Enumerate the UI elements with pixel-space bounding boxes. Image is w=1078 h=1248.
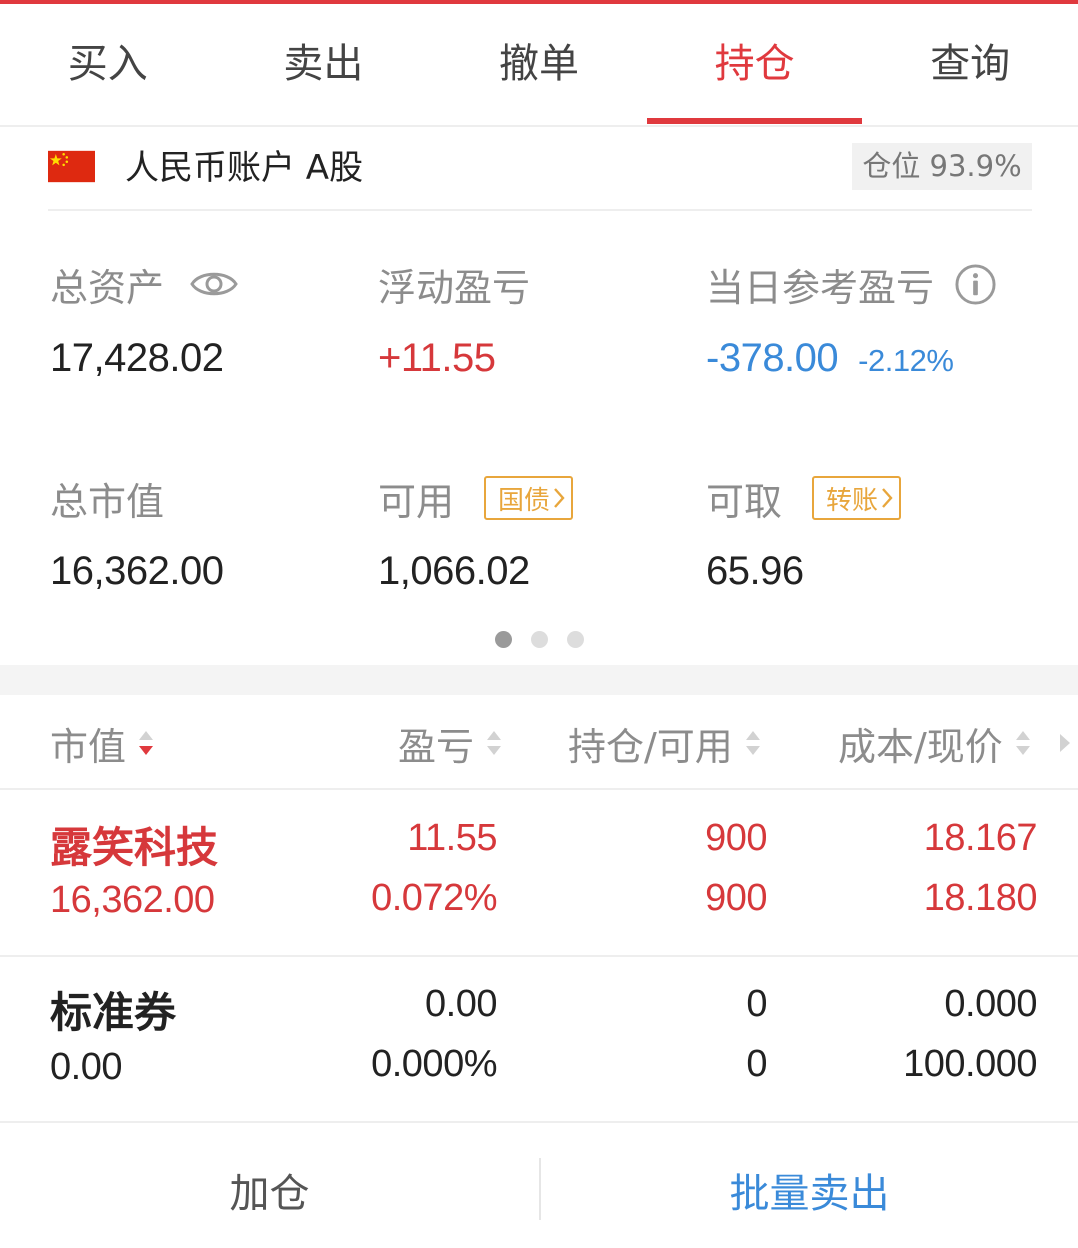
pager-dot — [566, 631, 584, 648]
withdrawable-label-group: 可取 转账 — [706, 476, 902, 524]
row-position: 0 — [746, 983, 767, 1025]
treasury-bond-button[interactable]: 国债 — [484, 476, 574, 520]
account-divider — [48, 209, 1032, 211]
row-cost: 18.167 — [923, 817, 1038, 859]
eye-icon[interactable] — [190, 266, 238, 302]
daily-pnl-label: 当日参考盈亏 — [706, 265, 935, 310]
available-label-group: 可用 国债 — [378, 476, 574, 524]
total-assets-value: 17,428.02 — [50, 336, 224, 380]
row-price: 18.180 — [923, 877, 1038, 919]
stock-name: 标准券 — [50, 988, 177, 1037]
floating-pnl-value: +11.55 — [378, 336, 496, 380]
section-separator — [0, 665, 1078, 695]
summary-pager — [0, 631, 1078, 649]
daily-pnl-label-group: 当日参考盈亏 — [706, 262, 997, 310]
chevron-right-icon — [553, 487, 565, 509]
chevron-right-icon — [881, 487, 893, 509]
account-name: 人民币账户 A股 — [125, 148, 364, 188]
row-pnl-percent: 0.000% — [371, 1043, 497, 1085]
info-icon[interactable] — [954, 263, 997, 306]
sort-icon — [744, 729, 762, 757]
row-pnl: 0.00 — [425, 983, 497, 1025]
header-pnl[interactable]: 盈亏 — [398, 721, 503, 769]
header-cost-price-label: 成本/现价 — [838, 724, 1003, 769]
total-assets-label: 总资产 — [50, 265, 165, 310]
withdrawable-label: 可取 — [706, 479, 783, 524]
row-cost: 0.000 — [944, 983, 1037, 1025]
sort-icon — [1014, 729, 1032, 757]
row-market-value: 0.00 — [50, 1046, 122, 1088]
header-cost-price[interactable]: 成本/现价 — [838, 721, 1032, 769]
position-ratio-badge: 仓位 93.9% — [852, 143, 1032, 190]
transfer-label: 转账 — [826, 485, 879, 516]
available-label: 可用 — [378, 479, 455, 524]
market-value-label-text: 总市值 — [50, 479, 165, 524]
market-value-label: 总市值 — [50, 476, 164, 524]
batch-sell-button[interactable]: 批量卖出 — [541, 1123, 1078, 1248]
floating-pnl-label: 浮动盈亏 — [378, 262, 530, 310]
row-available: 900 — [705, 877, 767, 919]
header-market-value-label: 市值 — [50, 724, 127, 769]
row-available: 0 — [746, 1043, 767, 1085]
daily-pnl-value: -378.00 — [706, 336, 839, 380]
withdrawable-value: 65.96 — [706, 549, 804, 593]
row-price: 100.000 — [903, 1043, 1037, 1085]
tab-query[interactable]: 查询 — [862, 4, 1078, 125]
header-position-available-label: 持仓/可用 — [568, 724, 733, 769]
row-market-value: 16,362.00 — [50, 879, 215, 921]
sort-icon — [485, 729, 503, 757]
header-market-value[interactable]: 市值 — [50, 721, 155, 769]
market-value-value: 16,362.00 — [50, 549, 224, 593]
daily-pnl-value-group: -378.00 -2.12% — [706, 334, 954, 382]
tabs-divider — [0, 125, 1078, 127]
treasury-bond-label: 国债 — [498, 485, 551, 516]
row-pnl-percent: 0.072% — [371, 877, 497, 919]
tab-sell[interactable]: 卖出 — [216, 4, 432, 125]
header-pnl-label: 盈亏 — [398, 724, 475, 769]
floating-pnl-label-text: 浮动盈亏 — [378, 265, 531, 310]
daily-pnl-percent: -2.12% — [858, 343, 954, 378]
table-row[interactable]: 标准券 0.00 0.00 0.000% 0 0 0.000 100.000 — [0, 957, 1078, 1121]
china-flag-icon — [48, 150, 95, 183]
add-position-button[interactable]: 加仓 — [0, 1123, 539, 1248]
stock-name: 露笑科技 — [50, 823, 219, 872]
available-value: 1,066.02 — [378, 549, 530, 593]
sort-desc-icon — [137, 729, 155, 757]
tab-positions[interactable]: 持仓 — [646, 4, 863, 125]
chevron-right-icon[interactable] — [1058, 731, 1072, 755]
total-assets-label-group: 总资产 — [50, 262, 238, 310]
pager-dot — [494, 631, 512, 648]
tab-cancel-order[interactable]: 撤单 — [431, 4, 647, 125]
pager-dot — [530, 631, 548, 648]
tab-buy[interactable]: 买入 — [0, 4, 216, 125]
table-row[interactable]: 露笑科技 16,362.00 11.55 0.072% 900 900 18.1… — [0, 790, 1078, 955]
row-position: 900 — [705, 817, 767, 859]
transfer-button[interactable]: 转账 — [812, 476, 902, 520]
row-pnl: 11.55 — [407, 817, 497, 859]
header-position-available[interactable]: 持仓/可用 — [568, 721, 762, 769]
